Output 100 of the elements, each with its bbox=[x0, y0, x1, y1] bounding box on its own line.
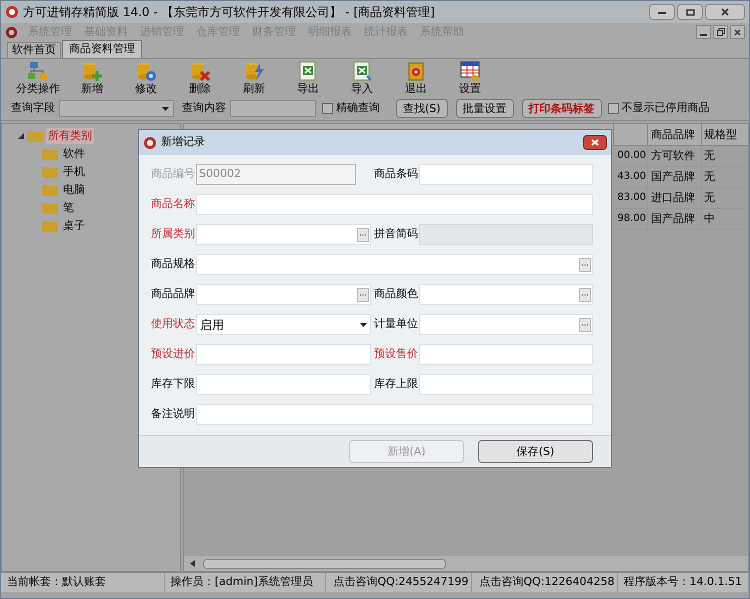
folder-icon bbox=[42, 184, 58, 196]
horizontal-scrollbar[interactable] bbox=[184, 556, 748, 571]
input-field: S00002 bbox=[196, 164, 356, 185]
close-button[interactable] bbox=[705, 4, 745, 20]
scrollbar-thumb[interactable] bbox=[203, 558, 446, 568]
minimize-icon bbox=[658, 10, 666, 14]
close-icon bbox=[591, 139, 599, 146]
toolbar-button[interactable]: 分类操作 bbox=[11, 60, 65, 96]
toolbar-button[interactable]: 修改 bbox=[119, 60, 173, 96]
table-cell-text: 83.00 bbox=[616, 191, 647, 205]
input-field[interactable] bbox=[196, 374, 371, 395]
field-label: 预设售价 bbox=[374, 346, 416, 362]
lookup-field[interactable] bbox=[196, 284, 371, 305]
table-cell: 方可软件 bbox=[647, 146, 701, 166]
checkbox[interactable] bbox=[322, 103, 333, 114]
expand-caret-icon[interactable] bbox=[18, 133, 24, 139]
minimize-button[interactable] bbox=[696, 25, 711, 39]
folder-icon bbox=[42, 166, 58, 178]
toolbar-button[interactable]: 删除 bbox=[173, 60, 227, 96]
column-header: 规格型 bbox=[701, 124, 741, 145]
tree-item[interactable]: 所有类别 bbox=[46, 128, 94, 144]
input-field[interactable] bbox=[196, 194, 593, 215]
field-label: 商品规格 bbox=[151, 256, 193, 272]
input-field[interactable] bbox=[196, 344, 371, 365]
field-label: 商品条码 bbox=[374, 166, 416, 182]
field-label: 库存上限 bbox=[374, 376, 416, 392]
tree-chart-icon bbox=[27, 60, 49, 82]
field-label: 备注说明 bbox=[151, 406, 193, 422]
tree-item[interactable]: 桌子 bbox=[61, 218, 87, 234]
app-logo-icon bbox=[143, 136, 157, 150]
column-header: 商品品牌 bbox=[647, 124, 701, 145]
restore-button[interactable] bbox=[713, 25, 728, 39]
table-cell: 无 bbox=[701, 167, 741, 187]
checkbox-label: 精确查询 bbox=[336, 100, 380, 116]
app-logo-icon bbox=[5, 5, 19, 19]
field-label: 商品名称 bbox=[151, 196, 193, 212]
field-label: 商品颜色 bbox=[374, 286, 416, 302]
table-cell: 国产品牌 bbox=[647, 167, 701, 187]
tree-item[interactable]: 软件 bbox=[61, 146, 87, 162]
input-field[interactable] bbox=[419, 224, 593, 245]
ellipsis-icon bbox=[357, 288, 369, 302]
status-text: 当前帐套：默认账套 bbox=[7, 574, 106, 590]
database-gear-icon bbox=[135, 60, 157, 82]
input-field[interactable] bbox=[419, 344, 593, 365]
scroll-left-icon bbox=[190, 560, 195, 567]
status-dropdown[interactable]: 启用 bbox=[196, 314, 371, 335]
input-field[interactable] bbox=[196, 404, 593, 425]
close-button[interactable] bbox=[583, 135, 607, 150]
table-cell: 无 bbox=[701, 188, 741, 208]
checkbox[interactable] bbox=[608, 103, 619, 114]
window-title: 方可进销存精简版 14.0 - 【东莞市方可软件开发有限公司】 - [商品资料管理] bbox=[23, 4, 435, 21]
lookup-field[interactable] bbox=[419, 314, 593, 335]
table-cell-text: 98.00 bbox=[616, 212, 647, 226]
toolbar-button[interactable]: 导入 bbox=[335, 60, 389, 96]
tab[interactable]: 软件首页 bbox=[7, 42, 61, 58]
field-label: 拼音简码 bbox=[374, 226, 416, 242]
ellipsis-icon bbox=[579, 258, 591, 272]
table-cell-text: 00.00 bbox=[616, 149, 647, 163]
tree-item[interactable]: 手机 bbox=[61, 164, 87, 180]
lookup-field[interactable] bbox=[196, 254, 593, 275]
minimize-icon bbox=[700, 34, 707, 37]
toolbar-button[interactable]: 新增 bbox=[65, 60, 119, 96]
query-button[interactable]: 打印条码标签 bbox=[522, 99, 602, 118]
toolbar-button[interactable]: 设置 bbox=[443, 60, 497, 96]
tree-item[interactable]: 笔 bbox=[61, 200, 76, 216]
lookup-field[interactable] bbox=[196, 224, 371, 245]
field-label: 查询字段 bbox=[11, 100, 55, 116]
toolbar-button[interactable]: 导出 bbox=[281, 60, 335, 96]
folder-icon bbox=[27, 130, 43, 142]
close-icon bbox=[721, 8, 729, 16]
lookup-field[interactable] bbox=[419, 284, 593, 305]
minimize-button[interactable] bbox=[649, 4, 675, 20]
tab[interactable]: 商品资料管理 bbox=[62, 40, 142, 58]
toolbar-button[interactable]: 刷新 bbox=[227, 60, 281, 96]
close-button[interactable] bbox=[730, 25, 745, 39]
status-link[interactable]: 点击咨询QQ:1226404258 bbox=[480, 574, 615, 591]
ellipsis-icon bbox=[357, 228, 369, 242]
ellipsis-icon bbox=[579, 288, 591, 302]
query-field-dropdown[interactable] bbox=[59, 100, 174, 117]
checkbox-label: 不显示已停用商品 bbox=[622, 100, 710, 116]
field-label: 商品品牌 bbox=[151, 286, 193, 302]
table-grid-icon bbox=[459, 60, 481, 82]
dialog-button[interactable]: 保存(S) bbox=[478, 440, 593, 463]
maximize-icon bbox=[686, 8, 694, 16]
table-cell: 国产品牌 bbox=[647, 209, 701, 229]
tree-item[interactable]: 电脑 bbox=[61, 182, 87, 198]
dropdown-arrow-icon bbox=[360, 322, 367, 326]
field-label: 所属类别 bbox=[151, 226, 193, 242]
query-content-field[interactable] bbox=[230, 100, 316, 117]
input-field[interactable] bbox=[419, 164, 593, 185]
field-label: 计量单位 bbox=[374, 316, 416, 332]
toolbar-button[interactable]: 退出 bbox=[389, 60, 443, 96]
table-cell: 无 bbox=[701, 146, 741, 166]
query-button[interactable]: 查找(S) bbox=[396, 99, 448, 118]
dialog-title: 新增记录 bbox=[161, 134, 205, 150]
query-button[interactable]: 批量设置 bbox=[456, 99, 514, 118]
table-cell-text: 43.00 bbox=[616, 170, 647, 184]
input-field[interactable] bbox=[419, 374, 593, 395]
status-link[interactable]: 点击咨询QQ:2455247199 bbox=[334, 574, 469, 591]
maximize-button[interactable] bbox=[677, 4, 703, 20]
